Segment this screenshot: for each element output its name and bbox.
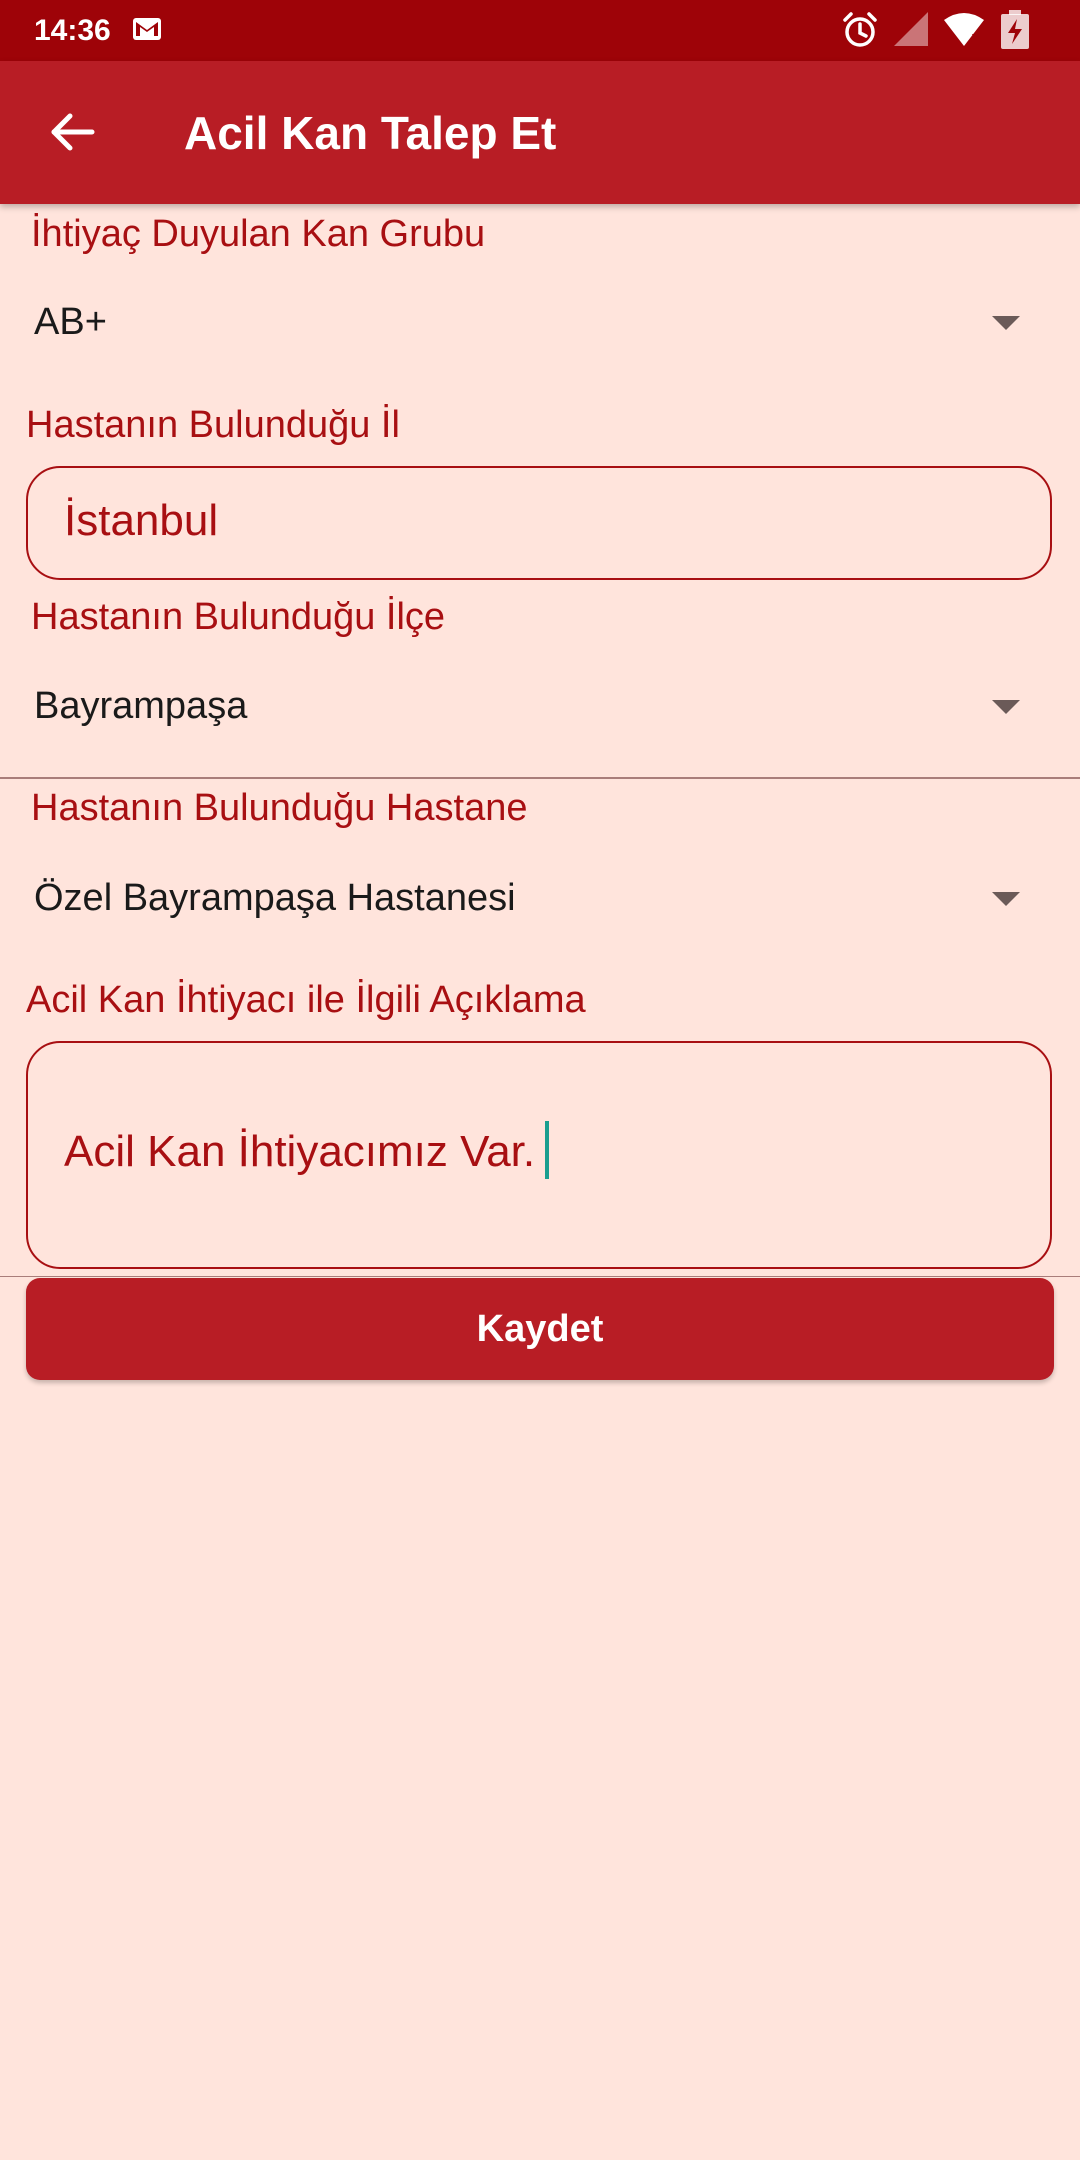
dropdown-arrow-icon [992, 316, 1020, 330]
blood-group-label: İhtiyaç Duyulan Kan Grubu [31, 213, 486, 255]
blood-group-dropdown[interactable]: AB+ [0, 272, 1080, 372]
city-label: Hastanın Bulunduğu İl [26, 404, 400, 446]
status-time: 14:36 [34, 14, 111, 47]
save-button[interactable]: Kaydet [26, 1278, 1054, 1380]
app-bar: Acil Kan Talep Et [0, 61, 1080, 204]
page-title: Acil Kan Talep Et [184, 107, 557, 159]
district-value: Bayrampaşa [34, 685, 248, 727]
hospital-dropdown[interactable]: Özel Bayrampaşa Hastanesi [0, 848, 1080, 948]
text-cursor [545, 1121, 550, 1180]
back-button[interactable] [38, 97, 108, 167]
signal-icon [894, 12, 928, 46]
gmail-icon [133, 18, 161, 40]
divider [0, 777, 1080, 779]
description-text: Acil Kan İhtiyacımız Var. [64, 1121, 550, 1183]
arrow-back-icon [51, 113, 95, 151]
battery-charging-icon [1001, 10, 1029, 49]
alarm-icon [843, 12, 877, 47]
description-field[interactable]: Acil Kan İhtiyacımız Var. [26, 1041, 1052, 1269]
dropdown-arrow-icon [992, 892, 1020, 906]
wifi-icon [944, 13, 984, 46]
dropdown-arrow-icon [992, 700, 1020, 714]
blood-group-value: AB+ [34, 301, 107, 343]
divider [0, 1276, 1080, 1277]
hospital-label: Hastanın Bulunduğu Hastane [31, 787, 528, 829]
city-field[interactable]: İstanbul [26, 466, 1052, 580]
district-dropdown[interactable]: Bayrampaşa [0, 656, 1080, 756]
status-bar: 14:36 [0, 0, 1080, 61]
hospital-value: Özel Bayrampaşa Hastanesi [34, 877, 516, 919]
district-label: Hastanın Bulunduğu İlçe [31, 596, 446, 638]
city-value: İstanbul [64, 496, 219, 545]
description-label: Acil Kan İhtiyacı ile İlgili Açıklama [26, 979, 586, 1021]
description-value: Acil Kan İhtiyacımız Var. [64, 1127, 536, 1176]
